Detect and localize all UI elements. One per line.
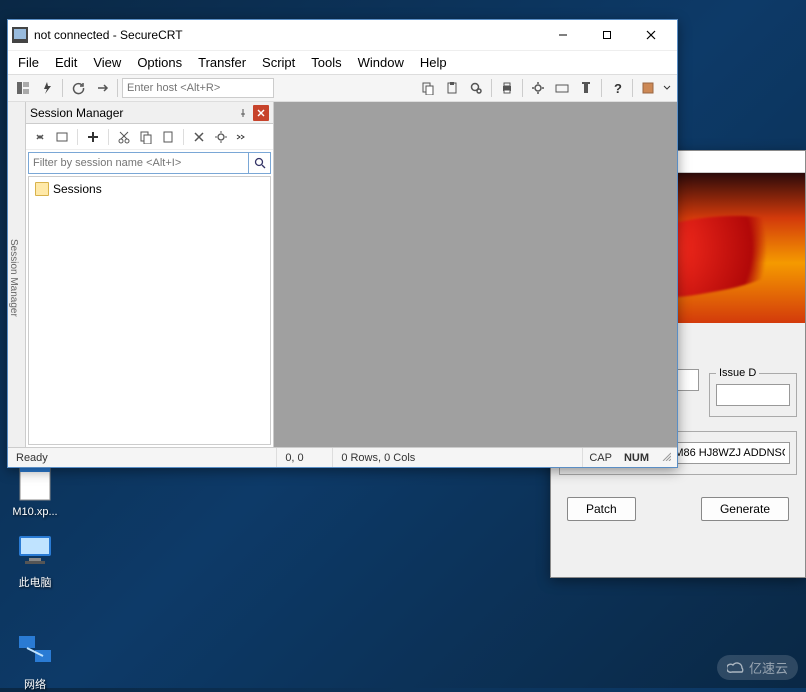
resize-grip-icon[interactable]	[655, 451, 677, 464]
menu-transfer[interactable]: Transfer	[190, 53, 254, 72]
terminal-area[interactable]	[274, 102, 677, 447]
toolbar-separator	[62, 79, 63, 97]
filter-input[interactable]	[29, 153, 248, 173]
toolbar-overflow-icon[interactable]	[233, 127, 247, 147]
host-input[interactable]	[122, 78, 274, 98]
toolbar-separator	[77, 129, 78, 145]
securecrt-window: not connected - SecureCRT File Edit View…	[7, 19, 678, 468]
watermark: 亿速云	[717, 655, 798, 680]
toggle-icon[interactable]	[575, 77, 597, 99]
tree-item-label: Sessions	[53, 182, 102, 196]
desktop-icon-label: 此电脑	[10, 574, 60, 590]
new-session-icon[interactable]	[52, 127, 72, 147]
network-icon	[15, 632, 55, 672]
desktop-icon-label: 网络	[10, 676, 60, 692]
properties-icon[interactable]	[211, 127, 231, 147]
panel-close-icon[interactable]	[253, 105, 269, 121]
menu-options[interactable]: Options	[129, 53, 190, 72]
content-area: Session Manager Session Manager	[8, 102, 677, 447]
disconnect-icon[interactable]	[91, 77, 113, 99]
copy-session-icon[interactable]	[136, 127, 156, 147]
status-position: 0, 0	[277, 448, 333, 467]
status-ready: Ready	[8, 448, 277, 467]
close-button[interactable]	[629, 21, 673, 49]
computer-icon	[15, 530, 55, 570]
desktop-icon-label: M10.xp...	[10, 506, 60, 518]
watermark-text: 亿速云	[749, 658, 788, 677]
desktop-icon-m10[interactable]: M10.xp...	[10, 462, 60, 518]
window-title: not connected - SecureCRT	[34, 28, 541, 42]
new-folder-icon[interactable]	[83, 127, 103, 147]
quick-connect-icon[interactable]	[36, 77, 58, 99]
session-manager-panel: Session Manager	[26, 102, 274, 447]
status-num: NUM	[618, 452, 655, 464]
status-size: 0 Rows, 0 Cols	[333, 448, 583, 467]
minimize-button[interactable]	[541, 21, 585, 49]
menubar: File Edit View Options Transfer Script T…	[8, 50, 677, 74]
menu-window[interactable]: Window	[350, 53, 412, 72]
session-manager-header: Session Manager	[26, 102, 273, 124]
toolbar-dropdown-icon[interactable]	[661, 77, 673, 99]
pin-icon[interactable]	[235, 105, 251, 121]
reconnect-icon[interactable]	[67, 77, 89, 99]
tree-root-sessions[interactable]: Sessions	[33, 181, 266, 197]
file-icon	[15, 462, 55, 502]
paste-icon[interactable]	[441, 77, 463, 99]
toolbar-separator	[491, 79, 492, 97]
generate-button[interactable]: Generate	[701, 497, 789, 521]
patch-button[interactable]: Patch	[567, 497, 636, 521]
toolbar-separator	[183, 129, 184, 145]
toolbar-separator	[108, 129, 109, 145]
menu-view[interactable]: View	[85, 53, 129, 72]
menu-edit[interactable]: Edit	[47, 53, 85, 72]
main-toolbar: ?	[8, 74, 677, 102]
cloud-icon	[727, 661, 745, 675]
session-manager-icon[interactable]	[12, 77, 34, 99]
menu-script[interactable]: Script	[254, 53, 303, 72]
folder-icon	[35, 182, 49, 196]
svg-text:?: ?	[614, 81, 622, 95]
titlebar[interactable]: not connected - SecureCRT	[8, 20, 677, 50]
app-icon	[12, 27, 28, 43]
statusbar: Ready 0, 0 0 Rows, 0 Cols CAP NUM	[8, 447, 677, 467]
settings-icon[interactable]	[527, 77, 549, 99]
toolbar-separator	[632, 79, 633, 97]
cut-icon[interactable]	[114, 127, 134, 147]
issue-date-label: Issue D	[716, 367, 759, 379]
help-icon[interactable]: ?	[606, 77, 628, 99]
session-manager-side-tab[interactable]: Session Manager	[8, 102, 26, 447]
paste-session-icon[interactable]	[158, 127, 178, 147]
copy-icon[interactable]	[417, 77, 439, 99]
find-icon[interactable]	[465, 77, 487, 99]
menu-file[interactable]: File	[10, 53, 47, 72]
status-cap: CAP	[583, 452, 618, 464]
toolbar-separator	[522, 79, 523, 97]
toolbar-separator	[117, 79, 118, 97]
keyboard-icon[interactable]	[551, 77, 573, 99]
menu-help[interactable]: Help	[412, 53, 455, 72]
maximize-button[interactable]	[585, 21, 629, 49]
session-manager-title: Session Manager	[30, 106, 235, 120]
desktop-icon-computer[interactable]: 此电脑	[10, 530, 60, 590]
session-toolbar	[26, 124, 273, 150]
delete-icon[interactable]	[189, 127, 209, 147]
filter-row	[28, 152, 271, 174]
search-icon[interactable]	[248, 153, 270, 173]
connect-icon[interactable]	[30, 127, 50, 147]
issue-date-input[interactable]	[716, 384, 790, 406]
session-tree[interactable]: Sessions	[28, 176, 271, 445]
desktop-icon-network[interactable]: 网络	[10, 632, 60, 692]
toolbar-separator	[601, 79, 602, 97]
menu-tools[interactable]: Tools	[303, 53, 349, 72]
extra-icon[interactable]	[637, 77, 659, 99]
print-icon[interactable]	[496, 77, 518, 99]
